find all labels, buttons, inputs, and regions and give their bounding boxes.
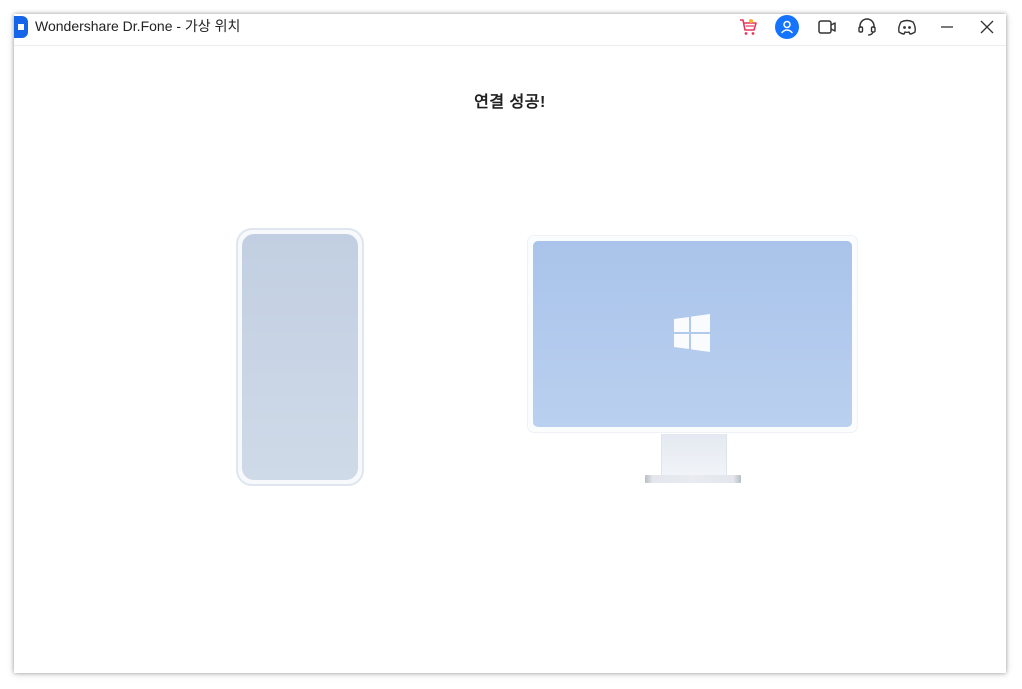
minimize-icon[interactable]: [934, 14, 960, 40]
monitor-stand-base: [645, 475, 741, 483]
windows-logo-icon: [674, 314, 710, 352]
cart-icon[interactable]: [735, 14, 761, 40]
close-icon[interactable]: [974, 14, 1000, 40]
monitor-stand-neck: [661, 434, 727, 476]
discord-icon[interactable]: [894, 14, 920, 40]
video-icon[interactable]: [814, 14, 840, 40]
dr-fone-logo-icon: [14, 16, 28, 38]
app-window: Wondershare Dr.Fone - 가상 위치 연결 성공!: [14, 14, 1006, 673]
computer-monitor-illustration: [527, 235, 858, 433]
monitor-screen: [533, 241, 852, 427]
headset-icon[interactable]: [854, 14, 880, 40]
window-title: Wondershare Dr.Fone - 가상 위치: [35, 18, 241, 34]
title-bar: Wondershare Dr.Fone - 가상 위치: [14, 14, 1006, 46]
phone-illustration: [236, 228, 364, 486]
phone-screen: [242, 234, 358, 480]
account-icon[interactable]: [774, 14, 800, 40]
connection-success-heading: 연결 성공!: [474, 94, 546, 111]
